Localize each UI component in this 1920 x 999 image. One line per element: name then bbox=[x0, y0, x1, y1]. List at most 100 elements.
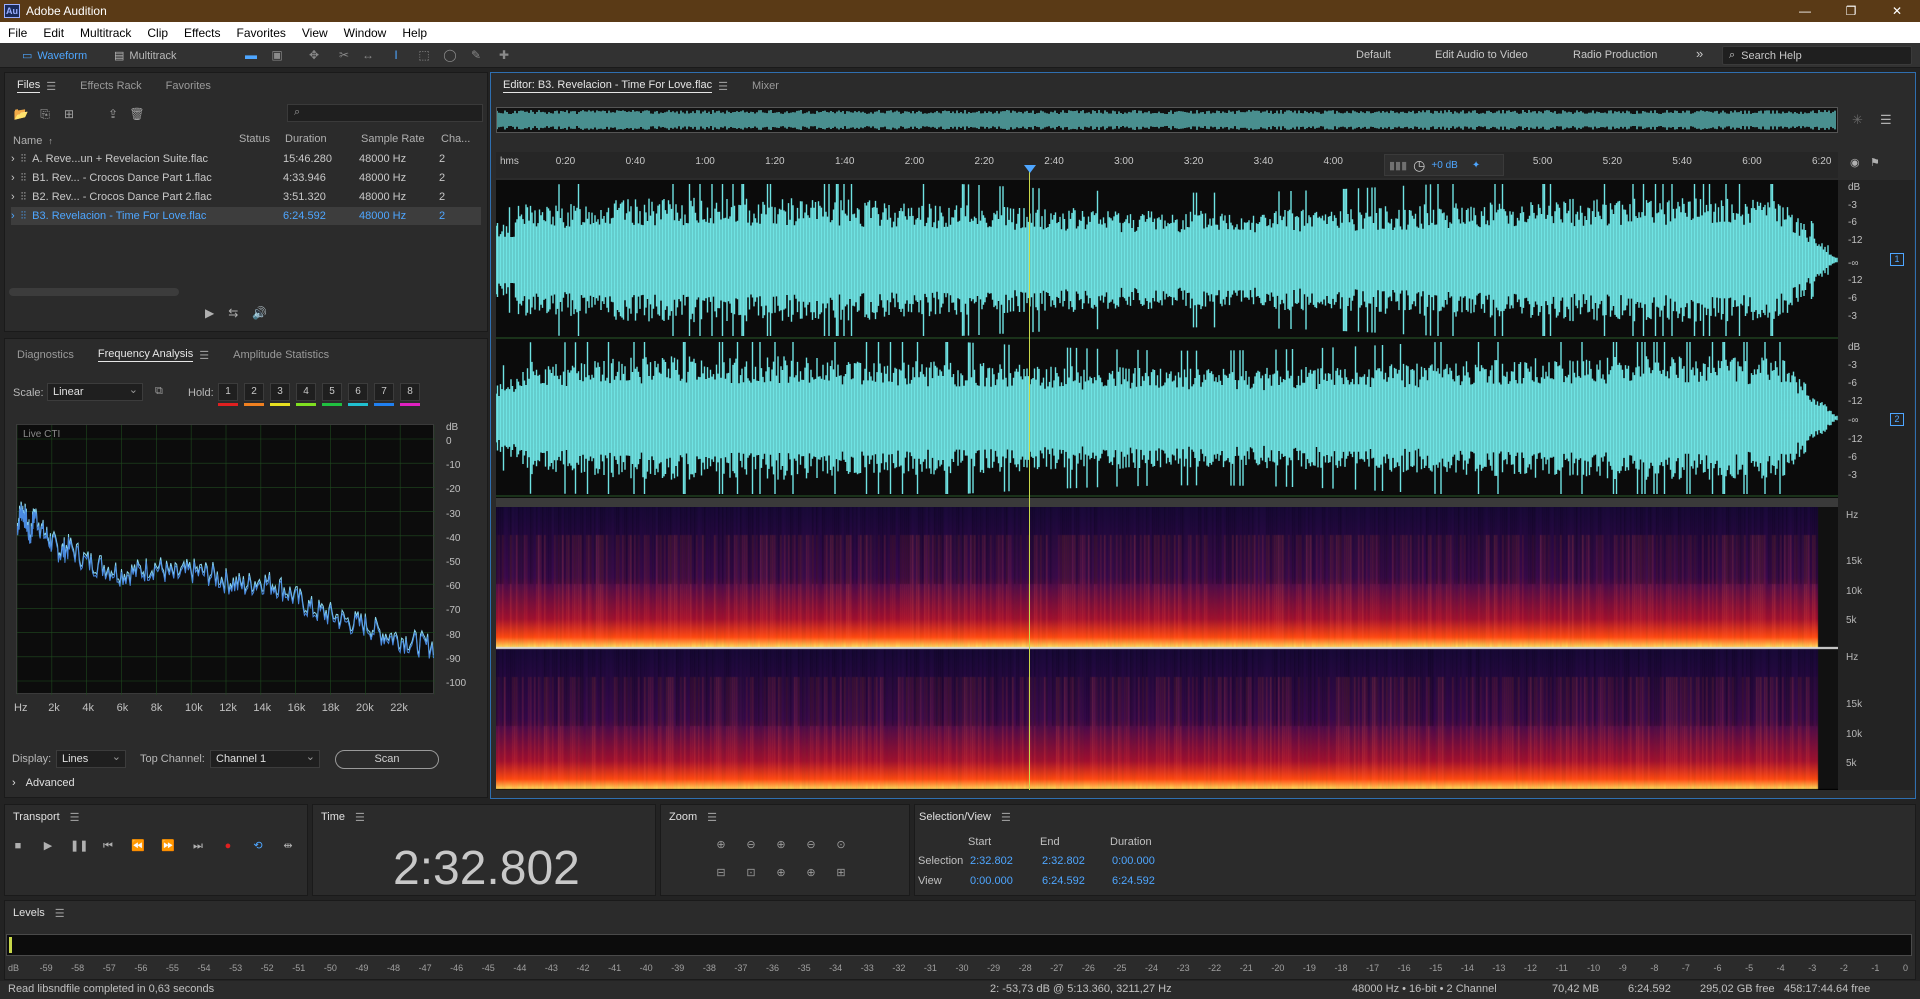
panel-menu-icon[interactable]: ☰ bbox=[70, 811, 80, 824]
pin-icon[interactable]: ✦ bbox=[1472, 160, 1480, 171]
waveform-mode-button[interactable]: ▭ Waveform bbox=[16, 46, 93, 65]
delete-file-icon[interactable]: 🗑 bbox=[127, 105, 147, 123]
skip-to-start-icon[interactable]: ⏮ bbox=[100, 838, 116, 854]
column-status[interactable]: Status bbox=[239, 133, 285, 149]
hold-button-2[interactable]: 2 bbox=[244, 383, 264, 401]
hold-button-1[interactable]: 1 bbox=[218, 383, 238, 401]
spectral-display[interactable] bbox=[496, 507, 1838, 790]
menu-multitrack[interactable]: Multitrack bbox=[72, 26, 139, 40]
marquee-tool-icon[interactable]: ⬚ bbox=[416, 48, 432, 62]
files-search-input[interactable]: ⌕ bbox=[287, 104, 483, 122]
expand-icon[interactable]: › bbox=[11, 172, 15, 184]
zoom-in-time-icon[interactable]: ⊕ bbox=[772, 838, 790, 854]
brush-tool-icon[interactable]: ✎ bbox=[468, 48, 484, 62]
column-name[interactable]: Name ↑ bbox=[13, 133, 239, 149]
rewind-icon[interactable]: ⏪ bbox=[130, 838, 146, 854]
files-scrollbar[interactable] bbox=[9, 288, 179, 296]
view-end[interactable]: 6:24.592 bbox=[1042, 875, 1085, 887]
tab-editor[interactable]: Editor: B3. Revelacion - Time For Love.f… bbox=[491, 73, 740, 99]
expand-icon[interactable]: › bbox=[11, 210, 15, 222]
marker-icon[interactable]: ⚑ bbox=[1870, 156, 1880, 169]
pause-icon[interactable]: ❚❚ bbox=[70, 838, 88, 854]
column-channels[interactable]: Cha... bbox=[441, 133, 471, 149]
panel-menu-icon[interactable]: ☰ bbox=[199, 349, 209, 362]
menu-clip[interactable]: Clip bbox=[139, 26, 176, 40]
import-file-icon[interactable]: ⎘ bbox=[35, 105, 55, 123]
zoom-out-full-icon[interactable]: ⊟ bbox=[712, 866, 730, 882]
top-channel-dropdown[interactable]: Channel 1 bbox=[210, 749, 320, 768]
hold-button-4[interactable]: 4 bbox=[296, 383, 316, 401]
slip-tool-icon[interactable]: ↔ bbox=[360, 48, 376, 62]
hud-volume[interactable]: ▮▮▮ ◷ +0 dB ✦ bbox=[1384, 154, 1504, 176]
menu-window[interactable]: Window bbox=[336, 26, 395, 40]
zoom-in-amplitude-icon[interactable]: ⊕ bbox=[712, 838, 730, 854]
open-file-icon[interactable]: 📂 bbox=[11, 105, 31, 123]
zoom-out-time-icon[interactable]: ⊖ bbox=[802, 838, 820, 854]
panel-menu-icon[interactable]: ☰ bbox=[707, 811, 717, 824]
overview-navigator[interactable] bbox=[496, 107, 1838, 133]
spectral-display-icon[interactable]: ▬ bbox=[243, 48, 259, 62]
panel-options-icon[interactable]: ☰ bbox=[1880, 112, 1892, 128]
fast-forward-icon[interactable]: ⏩ bbox=[160, 838, 176, 854]
volume-knob-icon[interactable]: ◷ bbox=[1413, 157, 1425, 174]
selection-duration[interactable]: 0:00.000 bbox=[1112, 855, 1155, 867]
workspace-default[interactable]: Default bbox=[1356, 49, 1391, 61]
loop-preview-icon[interactable]: ⇆ bbox=[228, 306, 238, 320]
view-duration[interactable]: 6:24.592 bbox=[1112, 875, 1155, 887]
waveform-display[interactable] bbox=[496, 180, 1838, 498]
lasso-tool-icon[interactable]: ◯ bbox=[442, 48, 458, 62]
record-icon[interactable]: ● bbox=[220, 838, 236, 854]
channel-1-badge[interactable]: 1 bbox=[1890, 253, 1904, 266]
tab-frequency-analysis[interactable]: Frequency Analysis ☰ bbox=[86, 339, 221, 371]
menu-view[interactable]: View bbox=[294, 26, 336, 40]
play-preview-icon[interactable]: ▶ bbox=[205, 306, 214, 320]
file-row[interactable]: › ⫶⫶ B1. Rev... - Crocos Dance Part 1.flac… bbox=[11, 169, 481, 187]
stop-icon[interactable]: ■ bbox=[10, 838, 26, 854]
loop-icon[interactable]: ⟲ bbox=[250, 838, 266, 854]
panel-menu-icon[interactable]: ☰ bbox=[46, 80, 56, 93]
zoom-reset-icon[interactable]: ⊙ bbox=[832, 838, 850, 854]
hold-button-6[interactable]: 6 bbox=[348, 383, 368, 401]
menu-effects[interactable]: Effects bbox=[176, 26, 228, 40]
panel-menu-icon[interactable]: ☰ bbox=[1001, 811, 1011, 824]
zoom-navigator-icon[interactable]: ✳ bbox=[1852, 112, 1863, 128]
search-help-field[interactable]: ⌕ Search Help bbox=[1722, 46, 1912, 65]
file-row-selected[interactable]: › ⫶⫶ B3. Revelacion - Time For Love.flac 6… bbox=[11, 207, 481, 225]
autoplay-icon[interactable]: 🔊 bbox=[252, 306, 267, 320]
display-dropdown[interactable]: Lines bbox=[56, 749, 126, 768]
tab-favorites[interactable]: Favorites bbox=[154, 73, 223, 99]
selection-end[interactable]: 2:32.802 bbox=[1042, 855, 1085, 867]
move-tool-icon[interactable]: ✥ bbox=[306, 48, 322, 62]
menu-file[interactable]: File bbox=[0, 26, 35, 40]
hold-button-5[interactable]: 5 bbox=[322, 383, 342, 401]
workspace-radio-production[interactable]: Radio Production bbox=[1573, 49, 1657, 61]
zoom-in-right-icon[interactable]: ⊕ bbox=[802, 866, 820, 882]
overlay-icon[interactable]: ⧉ bbox=[155, 385, 163, 398]
panel-menu-icon[interactable]: ☰ bbox=[55, 907, 65, 920]
file-row[interactable]: › ⫶⫶ A. Reve...un + Revelacion Suite.flac … bbox=[11, 150, 481, 168]
menu-favorites[interactable]: Favorites bbox=[229, 26, 294, 40]
display-splitter[interactable] bbox=[496, 498, 1838, 507]
menu-help[interactable]: Help bbox=[394, 26, 435, 40]
tab-amplitude-statistics[interactable]: Amplitude Statistics bbox=[221, 339, 341, 371]
skip-to-end-icon[interactable]: ⏭ bbox=[190, 838, 206, 854]
playhead[interactable] bbox=[1029, 166, 1030, 790]
maximize-button[interactable]: ❐ bbox=[1828, 0, 1874, 22]
workspace-edit-audio-to-video[interactable]: Edit Audio to Video bbox=[1435, 49, 1528, 61]
tab-effects-rack[interactable]: Effects Rack bbox=[68, 73, 154, 99]
view-start[interactable]: 0:00.000 bbox=[970, 875, 1013, 887]
file-row[interactable]: › ⫶⫶ B2. Rev... - Crocos Dance Part 2.flac… bbox=[11, 188, 481, 206]
tab-diagnostics[interactable]: Diagnostics bbox=[5, 339, 86, 371]
column-sample-rate[interactable]: Sample Rate bbox=[361, 133, 441, 149]
advanced-toggle[interactable]: › Advanced bbox=[12, 777, 75, 789]
selection-start[interactable]: 2:32.802 bbox=[970, 855, 1013, 867]
time-selection-tool-icon[interactable]: I bbox=[388, 48, 404, 62]
insert-into-multitrack-icon[interactable]: ⇪ bbox=[103, 105, 123, 123]
panel-menu-icon[interactable]: ☰ bbox=[718, 80, 728, 93]
zoom-out-amplitude-icon[interactable]: ⊖ bbox=[742, 838, 760, 854]
new-file-icon[interactable]: ⊞ bbox=[59, 105, 79, 123]
expand-icon[interactable]: › bbox=[11, 153, 15, 165]
playhead-handle[interactable] bbox=[1024, 165, 1036, 173]
minimize-button[interactable]: — bbox=[1782, 0, 1828, 22]
zoom-frequency-icon[interactable]: ⊞ bbox=[832, 866, 850, 882]
